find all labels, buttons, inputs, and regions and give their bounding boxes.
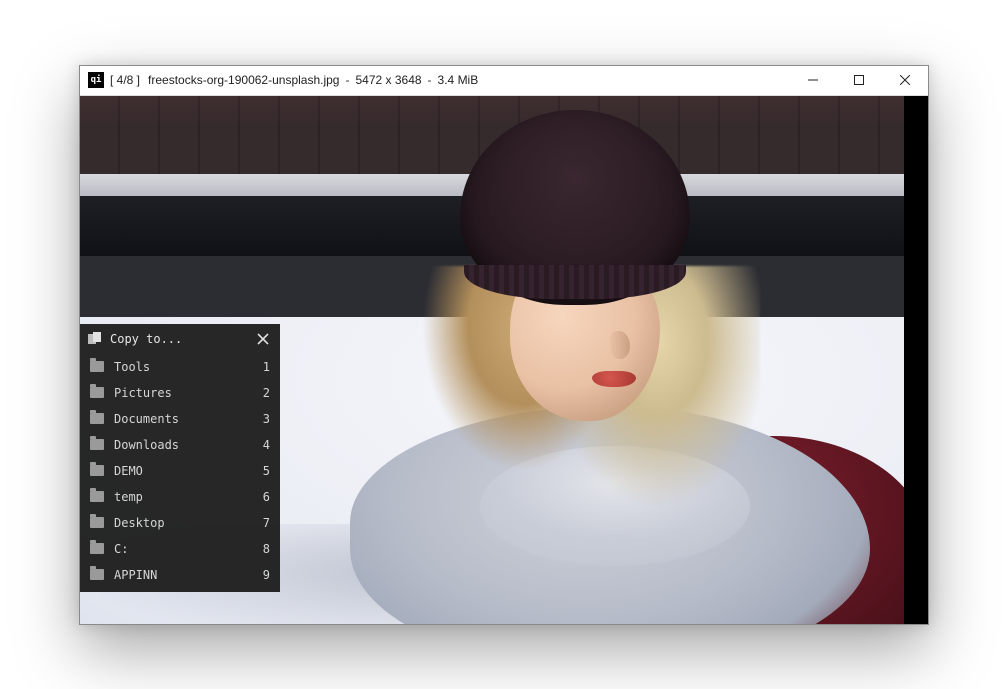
minimize-button[interactable] bbox=[790, 66, 836, 95]
close-icon bbox=[257, 333, 269, 345]
title-filename: freestocks-org-190062-unsplash.jpg bbox=[140, 73, 339, 87]
copy-to-item[interactable]: Desktop7 bbox=[80, 510, 280, 536]
title-sep-2: - bbox=[422, 73, 438, 87]
titlebar[interactable]: qi [ 4/8 ] freestocks-org-190062-unsplas… bbox=[80, 66, 928, 96]
app-icon: qi bbox=[88, 72, 104, 88]
copy-to-item-shortcut: 1 bbox=[258, 360, 270, 374]
app-window: qi [ 4/8 ] freestocks-org-190062-unsplas… bbox=[79, 65, 929, 625]
copy-to-item-shortcut: 3 bbox=[258, 412, 270, 426]
copy-to-item-label: APPINN bbox=[114, 568, 258, 582]
folder-icon bbox=[90, 439, 104, 450]
copy-to-item-shortcut: 6 bbox=[258, 490, 270, 504]
folder-icon bbox=[90, 465, 104, 476]
copy-to-header: Copy to... bbox=[80, 324, 280, 354]
copy-to-item-label: DEMO bbox=[114, 464, 258, 478]
copy-to-close-button[interactable] bbox=[254, 330, 272, 348]
close-button[interactable] bbox=[882, 66, 928, 95]
copy-to-item-label: C: bbox=[114, 542, 258, 556]
copy-to-item[interactable]: APPINN9 bbox=[80, 562, 280, 588]
folder-icon bbox=[90, 387, 104, 398]
copy-to-item[interactable]: C:8 bbox=[80, 536, 280, 562]
copy-to-item-label: Tools bbox=[114, 360, 258, 374]
copy-to-item[interactable]: Tools1 bbox=[80, 354, 280, 380]
copy-to-item-label: Pictures bbox=[114, 386, 258, 400]
copy-to-item-shortcut: 5 bbox=[258, 464, 270, 478]
copy-to-title: Copy to... bbox=[110, 332, 248, 346]
copy-to-item-shortcut: 9 bbox=[258, 568, 270, 582]
folder-icon bbox=[90, 543, 104, 554]
copy-to-item-label: Downloads bbox=[114, 438, 258, 452]
copy-to-item[interactable]: Documents3 bbox=[80, 406, 280, 432]
copy-to-panel: Copy to... Tools1Pictures2Documents3Down… bbox=[80, 324, 280, 592]
folder-icon bbox=[90, 361, 104, 372]
title-dimensions: 5472 x 3648 bbox=[355, 73, 421, 87]
folder-icon bbox=[90, 413, 104, 424]
copy-to-item[interactable]: DEMO5 bbox=[80, 458, 280, 484]
window-controls bbox=[790, 66, 928, 95]
folder-icon bbox=[90, 517, 104, 528]
folder-icon bbox=[90, 491, 104, 502]
copy-to-item-label: Desktop bbox=[114, 516, 258, 530]
copy-to-item-label: Documents bbox=[114, 412, 258, 426]
title-filesize: 3.4 MiB bbox=[438, 73, 479, 87]
folder-icon bbox=[90, 569, 104, 580]
copy-to-item-shortcut: 2 bbox=[258, 386, 270, 400]
copy-to-item[interactable]: temp6 bbox=[80, 484, 280, 510]
copy-to-item-shortcut: 4 bbox=[258, 438, 270, 452]
image-viewer[interactable]: Copy to... Tools1Pictures2Documents3Down… bbox=[80, 96, 928, 624]
copy-to-item-label: temp bbox=[114, 490, 258, 504]
copy-to-item[interactable]: Downloads4 bbox=[80, 432, 280, 458]
title-counter: [ 4/8 ] bbox=[110, 73, 140, 87]
close-icon bbox=[900, 75, 910, 85]
copy-to-item[interactable]: Pictures2 bbox=[80, 380, 280, 406]
copy-to-item-shortcut: 7 bbox=[258, 516, 270, 530]
copy-to-item-shortcut: 8 bbox=[258, 542, 270, 556]
copy-icon bbox=[88, 332, 102, 346]
minimize-icon bbox=[808, 75, 818, 85]
maximize-button[interactable] bbox=[836, 66, 882, 95]
maximize-icon bbox=[854, 75, 864, 85]
title-sep-1: - bbox=[339, 73, 355, 87]
